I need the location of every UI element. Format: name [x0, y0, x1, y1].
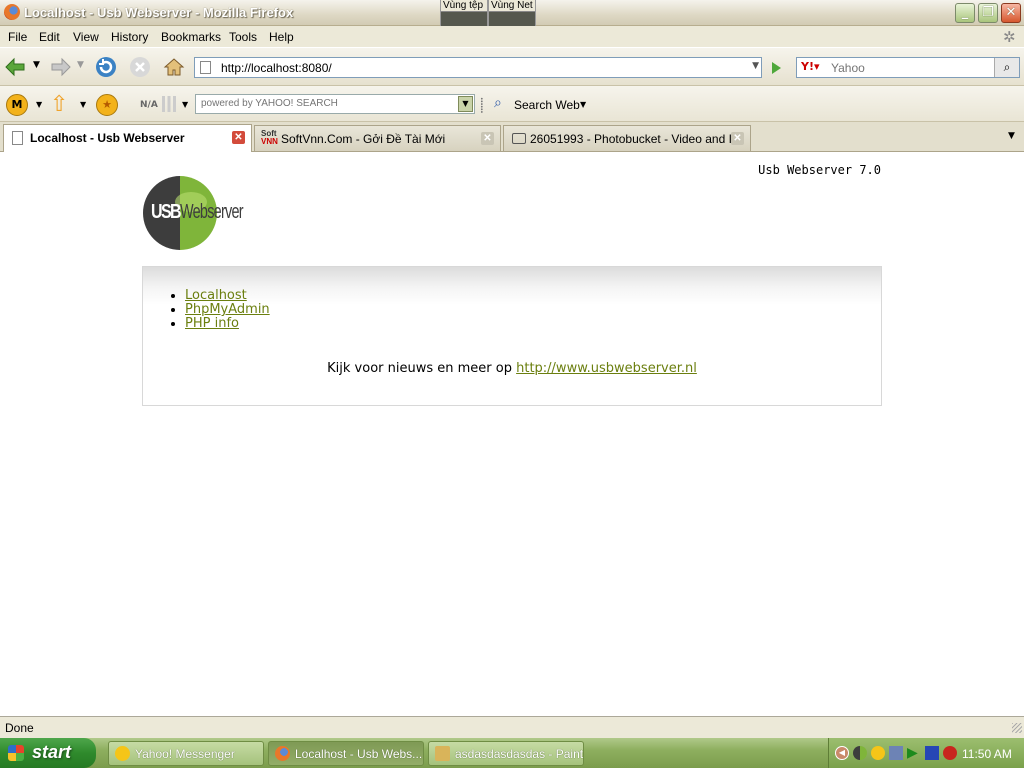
task-yahoo-messenger[interactable]: Yahoo! Messenger: [108, 741, 264, 766]
signal-bars-icon: [162, 96, 176, 112]
home-icon[interactable]: [162, 55, 186, 79]
news-text: Kijk voor nieuws en meer op: [327, 361, 517, 376]
clock: 11:50 AM: [962, 747, 1012, 761]
minimize-button[interactable]: _: [955, 3, 975, 23]
menu-file[interactable]: File: [8, 30, 27, 44]
magnifier-icon: ⌕: [494, 95, 502, 111]
url-bar[interactable]: ▼: [194, 57, 762, 78]
na-label: N/A: [140, 100, 158, 110]
task-paint[interactable]: asdasdasdasdas - Paint: [428, 741, 584, 766]
window-title: Localhost - Usb Webserver - Mozilla Fire…: [24, 5, 294, 20]
messenger-smiley-icon: [115, 746, 130, 761]
search-web-button[interactable]: Search Web: [514, 98, 580, 112]
yahoo-search-dropdown-icon[interactable]: ▼: [458, 96, 473, 112]
app-tray-icon[interactable]: [925, 746, 939, 760]
messenger-tray-icon[interactable]: [871, 746, 885, 760]
tray-expand-icon[interactable]: ◀: [835, 746, 849, 760]
menu-tools[interactable]: Tools: [229, 30, 257, 44]
url-dropdown-icon[interactable]: ▼: [752, 61, 759, 71]
up-arrow-icon[interactable]: ⇧: [50, 92, 68, 117]
list-item: Localhost: [185, 289, 270, 303]
stop-icon[interactable]: [128, 55, 152, 79]
windows-logo-icon: [8, 745, 24, 761]
network-tray-icon[interactable]: [889, 746, 903, 760]
task-firefox[interactable]: Localhost - Usb Webs...: [268, 741, 424, 766]
tab-softvnn[interactable]: Soft VNN SoftVnn.Com - Gởi Đề Tài Mới ✕: [254, 125, 501, 151]
news-line: Kijk voor nieuws en meer op http://www.u…: [142, 361, 882, 376]
page-icon: [200, 61, 211, 74]
messenger-dropdown-icon[interactable]: ▼: [36, 100, 42, 109]
messenger-icon[interactable]: M: [6, 94, 28, 116]
page-icon: [12, 131, 23, 145]
tab-list-icon[interactable]: ▼: [1008, 131, 1015, 141]
logo-webserver-text: Webserver: [180, 201, 244, 223]
tab-label: SoftVnn.Com - Gởi Đề Tài Mới: [281, 132, 446, 146]
logo-usb-text: USB: [151, 201, 182, 223]
search-icon[interactable]: ⌕: [994, 58, 1019, 77]
tab-photobucket[interactable]: 26051993 - Photobucket - Video and I... …: [503, 125, 751, 151]
antivirus-tray-icon[interactable]: [943, 746, 957, 760]
menu-view[interactable]: View: [73, 30, 99, 44]
search-bar[interactable]: Y!▾ ⌕: [796, 57, 1020, 78]
throbber-icon: ✲: [1003, 29, 1016, 46]
forward-icon[interactable]: [48, 55, 72, 79]
favorites-star-icon[interactable]: ★: [96, 94, 118, 116]
up-dropdown-icon[interactable]: ▼: [80, 100, 86, 109]
menu-bar: File Edit View History Bookmarks Tools H…: [0, 26, 1024, 48]
yahoo-search-box[interactable]: ▼: [195, 94, 475, 114]
link-localhost[interactable]: Localhost: [185, 288, 247, 303]
close-tab-icon[interactable]: ✕: [731, 132, 744, 145]
back-icon[interactable]: [4, 55, 28, 79]
reload-icon[interactable]: [94, 55, 118, 79]
list-item: PhpMyAdmin: [185, 303, 270, 317]
back-dropdown-icon[interactable]: ▼: [33, 60, 40, 70]
forward-dropdown-icon[interactable]: ▼: [77, 60, 84, 70]
links-panel: Localhost PhpMyAdmin PHP info: [142, 266, 882, 406]
maximize-button[interactable]: ❐: [978, 3, 998, 23]
links-list: Localhost PhpMyAdmin PHP info: [167, 289, 270, 331]
paint-icon: [435, 746, 450, 761]
firefox-icon: [275, 746, 290, 761]
softvnn-favicon: Soft VNN: [261, 129, 278, 146]
search-web-dropdown-icon[interactable]: ▼: [580, 100, 586, 109]
menu-bookmarks[interactable]: Bookmarks: [161, 30, 221, 44]
status-text: Done: [5, 721, 34, 735]
camera-icon: [512, 133, 526, 144]
menu-help[interactable]: Help: [269, 30, 294, 44]
version-label: Usb Webserver 7.0: [758, 163, 881, 177]
start-label: start: [32, 742, 72, 762]
tab-label: Localhost - Usb Webserver: [30, 131, 185, 145]
resize-grip-icon[interactable]: [1012, 723, 1022, 733]
play-tray-icon[interactable]: ▶: [907, 745, 918, 761]
yahoo-toolbar: M ▼ ⇧ ▼ ★ N/A ▼ ⸽ ⌕ Search Web ▼: [0, 86, 1024, 122]
tab-label: 26051993 - Photobucket - Video and I...: [530, 132, 742, 146]
url-input[interactable]: [219, 60, 743, 76]
title-bar: Localhost - Usb Webserver - Mozilla Fire…: [0, 0, 1024, 46]
menu-history[interactable]: History: [111, 30, 148, 44]
tab-localhost[interactable]: Localhost - Usb Webserver ✕: [3, 124, 252, 152]
usbwebserver-link[interactable]: http://www.usbwebserver.nl: [516, 361, 697, 376]
close-tab-icon[interactable]: ✕: [481, 132, 494, 145]
start-button[interactable]: start: [0, 738, 96, 768]
usbwebserver-logo: USB Webserver: [143, 176, 253, 250]
separator-icon: ⸽: [480, 98, 484, 114]
close-button[interactable]: ✕: [1001, 3, 1021, 23]
search-input[interactable]: [829, 60, 993, 76]
usbwebserver-tray-icon[interactable]: [853, 746, 867, 760]
menu-edit[interactable]: Edit: [39, 30, 60, 44]
list-item: PHP info: [185, 317, 270, 331]
status-bar: Done: [0, 716, 1024, 738]
na-dropdown-icon[interactable]: ▼: [182, 100, 188, 109]
yahoo-search-input[interactable]: [199, 97, 453, 110]
link-phpmyadmin[interactable]: PhpMyAdmin: [185, 302, 270, 317]
yahoo-engine-icon[interactable]: Y!▾: [801, 60, 820, 73]
close-tab-icon[interactable]: ✕: [232, 131, 245, 144]
firefox-icon: [4, 4, 20, 20]
go-icon[interactable]: [766, 58, 786, 78]
link-phpinfo[interactable]: PHP info: [185, 316, 239, 331]
